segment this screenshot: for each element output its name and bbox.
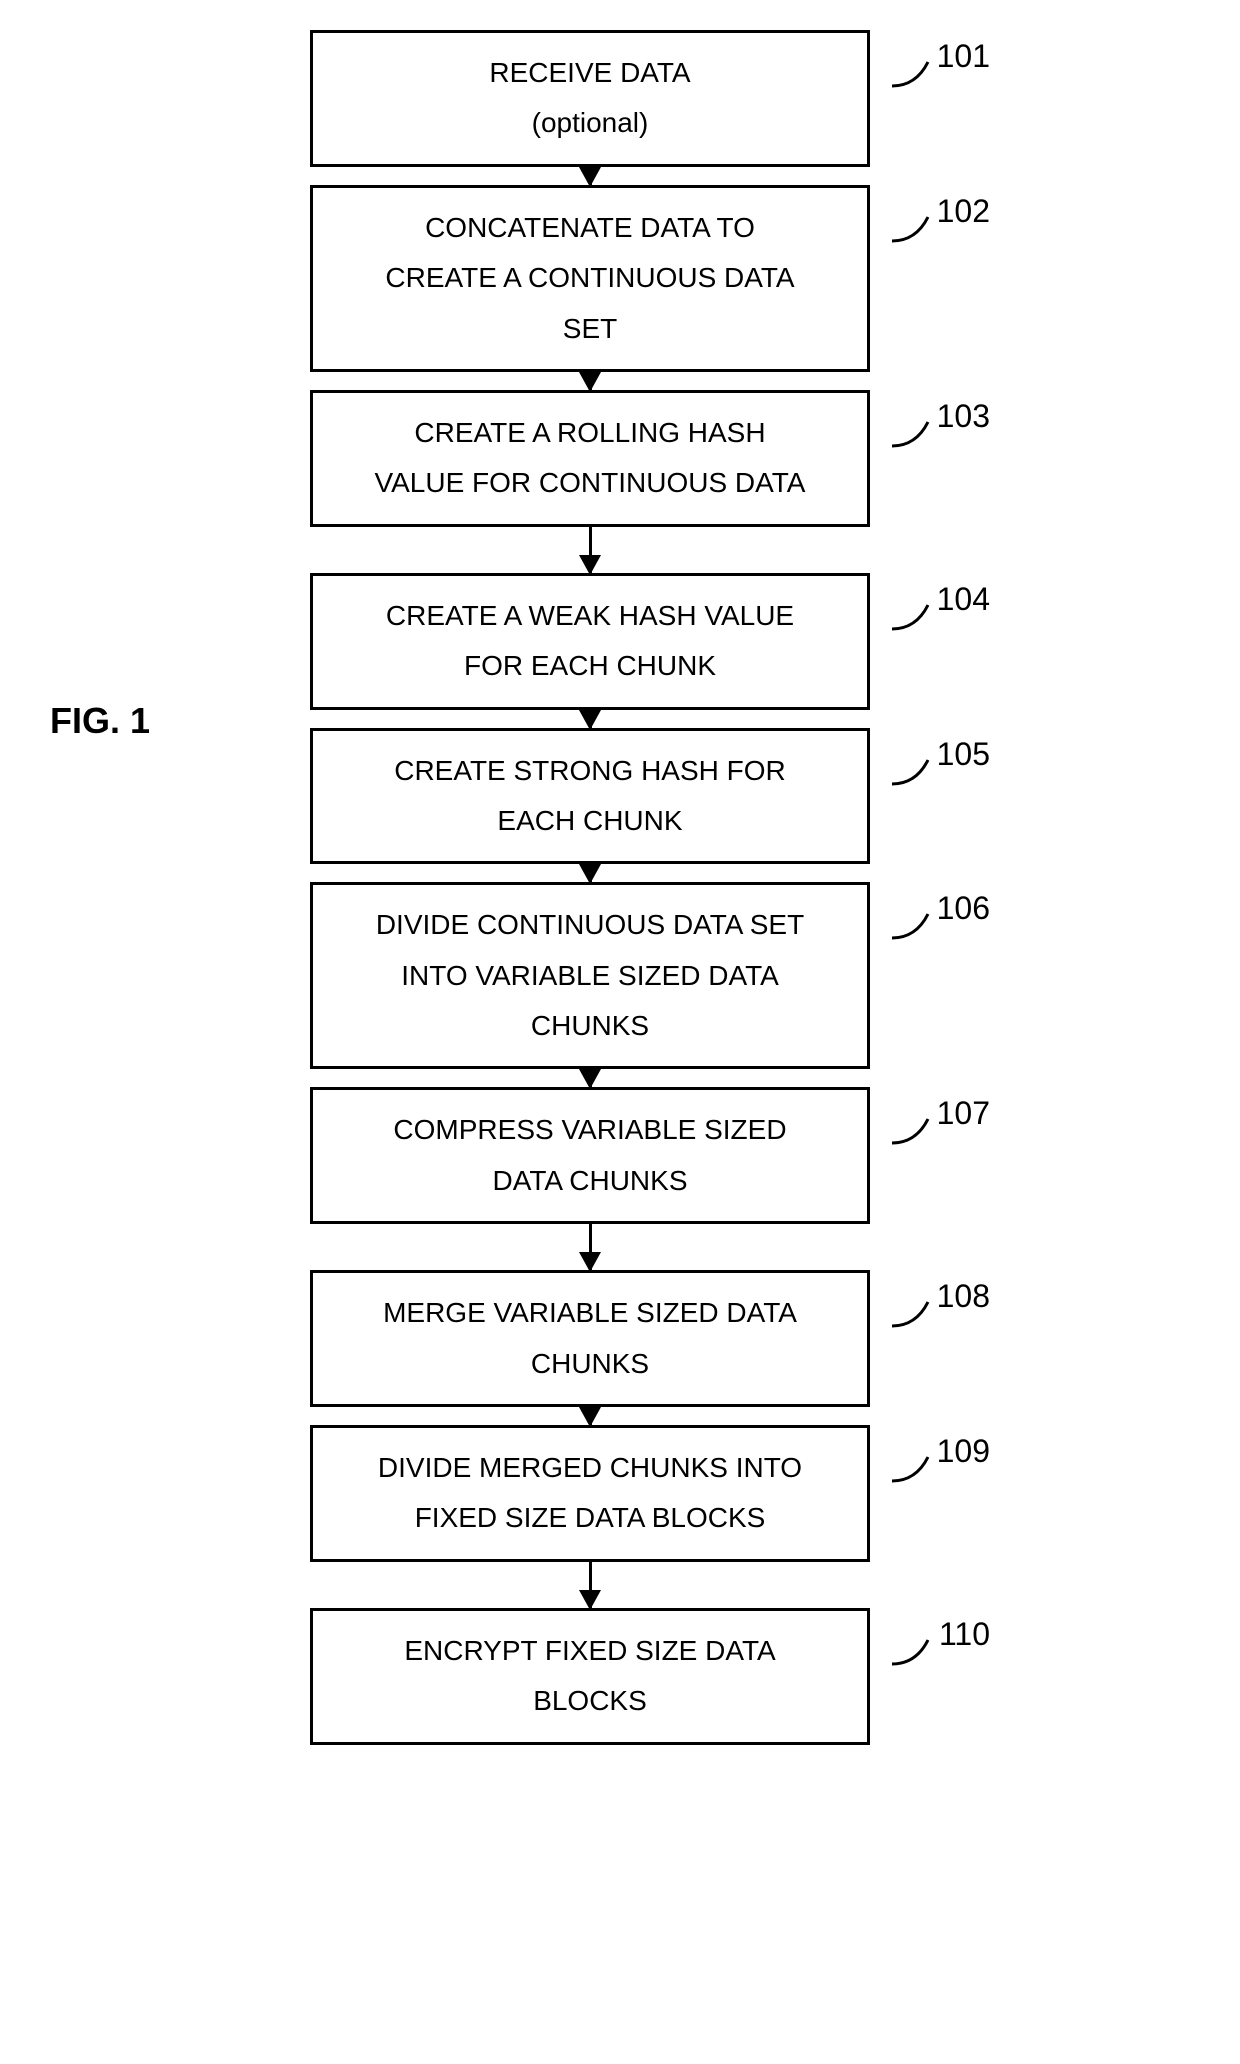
step-106: DIVIDE CONTINUOUS DATA SET INTO VARIABLE… [280,882,900,1069]
step-text: COMPRESS VARIABLE SIZED [393,1105,786,1155]
step-text: FOR EACH CHUNK [464,641,716,691]
step-text: RECEIVE DATA [489,48,690,98]
step-109: DIVIDE MERGED CHUNKS INTO FIXED SIZE DAT… [280,1425,900,1562]
step-text: EACH CHUNK [497,796,682,846]
leader-line [892,416,940,452]
reference-number: 103 [937,398,990,435]
reference-number: 109 [937,1433,990,1470]
arrow-down-icon [589,372,592,390]
step-text: DIVIDE MERGED CHUNKS INTO [378,1443,802,1493]
reference-number: 108 [937,1278,990,1315]
reference-number: 107 [937,1095,990,1132]
step-101: RECEIVE DATA (optional) 101 [280,30,900,167]
arrow-down-icon [589,1562,592,1608]
leader-line [892,1451,940,1487]
step-text: CREATE A WEAK HASH VALUE [386,591,794,641]
figure-label: FIG. 1 [50,700,150,742]
step-104: CREATE A WEAK HASH VALUE FOR EACH CHUNK … [280,573,900,710]
flowchart: RECEIVE DATA (optional) 101 CONCATENATE … [280,30,900,1745]
leader-line [892,1634,940,1670]
step-text: DATA CHUNKS [493,1156,688,1206]
leader-line [892,56,940,92]
step-text: (optional) [532,98,649,148]
step-box: CONCATENATE DATA TO CREATE A CONTINUOUS … [310,185,870,372]
arrow-down-icon [589,1407,592,1425]
step-box: COMPRESS VARIABLE SIZED DATA CHUNKS [310,1087,870,1224]
leader-line [892,211,940,247]
leader-line [892,599,940,635]
step-box: CREATE STRONG HASH FOR EACH CHUNK [310,728,870,865]
arrow-down-icon [589,710,592,728]
step-text: CREATE A CONTINUOUS DATA [385,253,794,303]
step-box: CREATE A ROLLING HASH VALUE FOR CONTINUO… [310,390,870,527]
reference-number: 110 [939,1616,990,1653]
step-107: COMPRESS VARIABLE SIZED DATA CHUNKS 107 [280,1087,900,1224]
leader-line [892,1296,940,1332]
arrow-down-icon [589,1224,592,1270]
step-text: DIVIDE CONTINUOUS DATA SET [376,900,804,950]
arrow-down-icon [589,1069,592,1087]
reference-number: 102 [937,193,990,230]
step-text: SET [563,304,617,354]
reference-number: 101 [937,38,990,75]
step-box: ENCRYPT FIXED SIZE DATA BLOCKS [310,1608,870,1745]
step-box: DIVIDE CONTINUOUS DATA SET INTO VARIABLE… [310,882,870,1069]
step-text: CHUNKS [531,1339,649,1389]
arrow-down-icon [589,167,592,185]
step-text: ENCRYPT FIXED SIZE DATA [404,1626,775,1676]
step-text: VALUE FOR CONTINUOUS DATA [375,458,806,508]
arrow-down-icon [589,864,592,882]
step-text: BLOCKS [533,1676,647,1726]
step-box: RECEIVE DATA (optional) [310,30,870,167]
step-text: CHUNKS [531,1001,649,1051]
step-text: CREATE STRONG HASH FOR [394,746,786,796]
step-text: CREATE A ROLLING HASH [414,408,765,458]
reference-number: 105 [937,736,990,773]
step-text: FIXED SIZE DATA BLOCKS [415,1493,766,1543]
step-text: MERGE VARIABLE SIZED DATA [383,1288,797,1338]
step-103: CREATE A ROLLING HASH VALUE FOR CONTINUO… [280,390,900,527]
step-108: MERGE VARIABLE SIZED DATA CHUNKS 108 [280,1270,900,1407]
reference-number: 104 [937,581,990,618]
step-110: ENCRYPT FIXED SIZE DATA BLOCKS 110 [280,1608,900,1745]
leader-line [892,754,940,790]
step-text: INTO VARIABLE SIZED DATA [401,951,779,1001]
step-box: CREATE A WEAK HASH VALUE FOR EACH CHUNK [310,573,870,710]
leader-line [892,908,940,944]
step-text: CONCATENATE DATA TO [425,203,755,253]
leader-line [892,1113,940,1149]
step-box: DIVIDE MERGED CHUNKS INTO FIXED SIZE DAT… [310,1425,870,1562]
arrow-down-icon [589,527,592,573]
step-box: MERGE VARIABLE SIZED DATA CHUNKS [310,1270,870,1407]
step-102: CONCATENATE DATA TO CREATE A CONTINUOUS … [280,185,900,372]
reference-number: 106 [937,890,990,927]
step-105: CREATE STRONG HASH FOR EACH CHUNK 105 [280,728,900,865]
